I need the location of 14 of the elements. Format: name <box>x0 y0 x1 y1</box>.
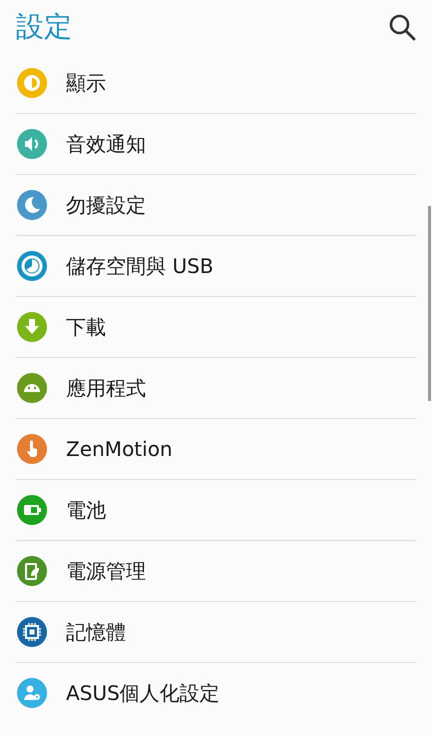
settings-item[interactable]: 下載 <box>16 297 416 358</box>
settings-item[interactable]: 記憶體 <box>16 602 416 663</box>
settings-item[interactable]: ASUS個人化設定 <box>16 663 416 723</box>
settings-item[interactable]: 儲存空間與 USB <box>16 236 416 297</box>
settings-item[interactable]: ZenMotion <box>16 419 416 480</box>
search-icon[interactable] <box>388 12 416 40</box>
settings-item[interactable]: 勿擾設定 <box>16 175 416 236</box>
scrollbar[interactable] <box>428 206 431 401</box>
settings-item[interactable]: 顯示 <box>16 53 416 114</box>
settings-item[interactable]: 音效通知 <box>16 114 416 175</box>
page-title: 設定 <box>16 8 72 44</box>
settings-item[interactable]: 電池 <box>16 480 416 541</box>
settings-item[interactable]: 電源管理 <box>16 541 416 602</box>
settings-item[interactable]: 應用程式 <box>16 358 416 419</box>
